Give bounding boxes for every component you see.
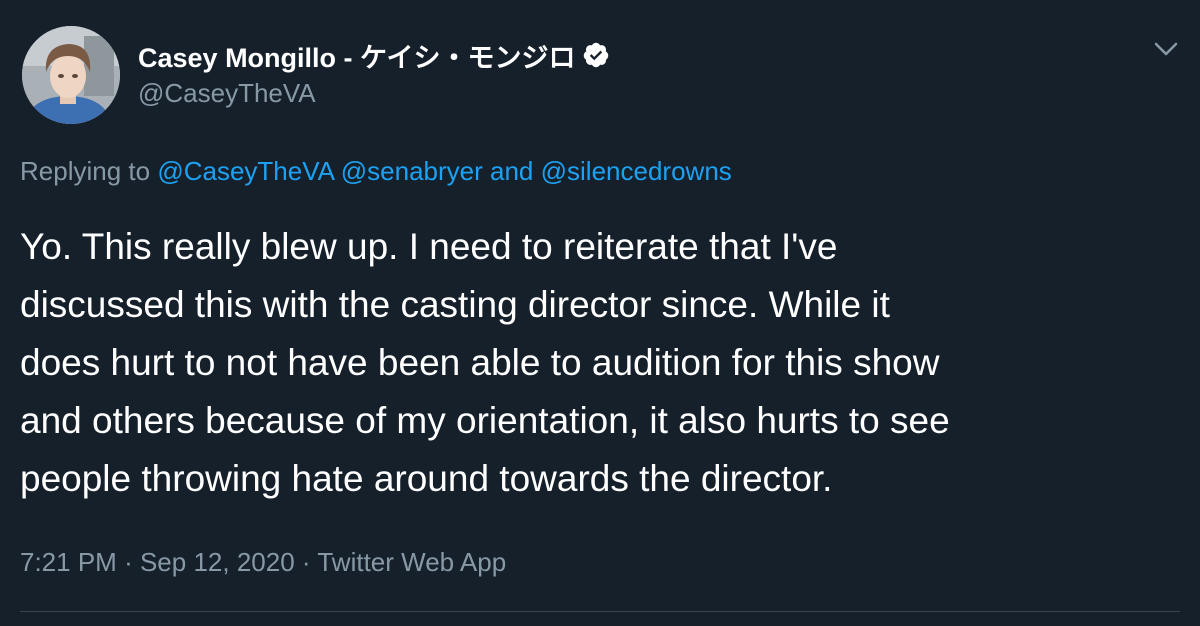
tweet-meta: 7:21 PM · Sep 12, 2020 · Twitter Web App xyxy=(20,547,506,578)
verified-badge-icon xyxy=(582,41,610,69)
tweet-text-line: people throwing hate around towards the … xyxy=(20,458,833,499)
tweet-date[interactable]: Sep 12, 2020 xyxy=(140,547,295,577)
meta-separator: · xyxy=(301,547,311,577)
display-name[interactable]: Casey Mongillo - ケイシ・モンジロ xyxy=(138,36,576,75)
tweet-source[interactable]: Twitter Web App xyxy=(317,547,506,577)
tweet-text: Yo. This really blew up. I need to reite… xyxy=(20,218,1180,508)
tweet-time[interactable]: 7:21 PM xyxy=(20,547,117,577)
mention-conjunction[interactable]: and xyxy=(490,156,533,186)
tweet-card: Casey Mongillo - ケイシ・モンジロ @CaseyTheVA Re… xyxy=(0,0,1200,626)
tweet-text-line: Yo. This really blew up. I need to reite… xyxy=(20,226,838,267)
mention-link[interactable]: @CaseyTheVA xyxy=(157,156,333,186)
tweet-text-line: does hurt to not have been able to audit… xyxy=(20,342,940,383)
tweet-header: Casey Mongillo - ケイシ・モンジロ @CaseyTheVA xyxy=(138,36,610,109)
tweet-text-line: discussed this with the casting director… xyxy=(20,284,890,325)
user-handle[interactable]: @CaseyTheVA xyxy=(138,78,610,109)
replying-to: Replying to @CaseyTheVA @senabryer and @… xyxy=(20,156,732,187)
tweet-text-line: and others because of my orientation, it… xyxy=(20,400,950,441)
avatar[interactable] xyxy=(22,26,120,124)
chevron-down-icon[interactable] xyxy=(1152,38,1180,60)
name-row: Casey Mongillo - ケイシ・モンジロ xyxy=(138,36,610,74)
profile-photo-icon xyxy=(22,26,120,124)
replying-prefix: Replying to xyxy=(20,156,151,186)
meta-separator: · xyxy=(124,547,133,577)
divider xyxy=(20,611,1180,612)
mention-link[interactable]: @senabryer xyxy=(341,156,483,186)
mention-link[interactable]: @silencedrowns xyxy=(541,156,732,186)
